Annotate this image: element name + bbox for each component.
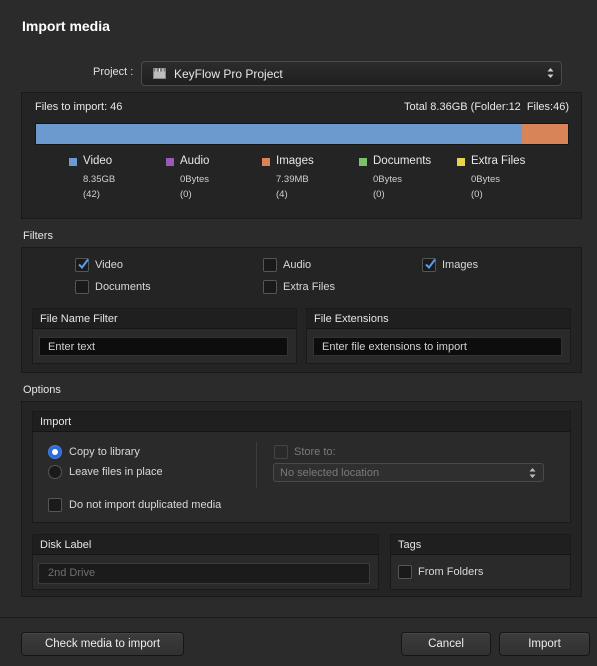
legend-documents-swatch: [359, 158, 367, 166]
import-button[interactable]: Import: [499, 632, 590, 656]
files-to-import-count: Files to import: 46: [35, 101, 123, 113]
legend-video-size: 8.35GB: [83, 174, 116, 185]
tags-group: Tags: [390, 534, 571, 590]
from-folders-checkbox[interactable]: [398, 565, 412, 579]
legend-extra-files-count: (0): [471, 189, 483, 200]
legend-extra-files-swatch: [457, 158, 465, 166]
legend-images-swatch: [262, 158, 270, 166]
legend-images-count: (4): [276, 189, 288, 200]
legend-extra-files-name: Extra Files: [471, 155, 526, 167]
dialog-title: Import media: [22, 18, 110, 34]
filters-section-title: Filters: [23, 230, 53, 242]
legend-audio-count: (0): [180, 189, 192, 200]
disk-label-input[interactable]: 2nd Drive: [38, 563, 370, 584]
legend-documents-count: (0): [373, 189, 385, 200]
disk-label-title: Disk Label: [40, 539, 92, 551]
import-options-title: Import: [40, 416, 72, 428]
audio-filter-checkbox[interactable]: [263, 258, 277, 272]
file-name-filter-title: File Name Filter: [40, 313, 118, 325]
tags-title: Tags: [398, 539, 422, 551]
options-section-title: Options: [23, 384, 61, 396]
copy-to-library-radio[interactable]: [48, 445, 62, 459]
leave-files-in-place-label: Leave files in place: [69, 466, 163, 478]
images-filter-checkbox[interactable]: [422, 258, 436, 272]
usage-bar-images: [522, 124, 568, 144]
total-files-text: Files:46): [526, 101, 569, 113]
video-filter-checkbox[interactable]: [75, 258, 89, 272]
import-options-divider: [256, 442, 257, 488]
total-size-text: Total 8.36GB (Folder:12: [404, 101, 521, 113]
file-extensions-placeholder: Enter file extensions to import: [322, 341, 467, 353]
store-to-checkbox[interactable]: [274, 445, 288, 459]
chevron-updown-icon: [547, 68, 554, 78]
legend-video-count: (42): [83, 189, 100, 200]
copy-to-library-label: Copy to library: [69, 446, 140, 458]
project-label: Project :: [93, 66, 134, 78]
disk-label-group: Disk Label 2nd Drive: [32, 534, 379, 590]
disk-label-placeholder: 2nd Drive: [48, 567, 96, 579]
documents-filter-label: Documents: [95, 281, 151, 293]
leave-files-in-place-radio[interactable]: [48, 465, 62, 479]
file-name-filter-group: File Name Filter Enter text: [32, 308, 297, 364]
documents-filter-checkbox[interactable]: [75, 280, 89, 294]
file-name-filter-input[interactable]: Enter text: [39, 337, 288, 356]
store-location-select[interactable]: No selected location: [273, 463, 544, 482]
audio-filter-label: Audio: [283, 259, 312, 271]
file-extensions-input[interactable]: Enter file extensions to import: [313, 337, 562, 356]
no-duplicates-label: Do not import duplicated media: [69, 499, 222, 511]
project-icon: [153, 68, 166, 79]
chevron-updown-icon: [529, 468, 536, 478]
legend-documents-name: Documents: [373, 155, 432, 167]
store-to-label: Store to:: [294, 446, 336, 458]
file-extensions-title: File Extensions: [314, 313, 389, 325]
file-name-filter-placeholder: Enter text: [48, 341, 96, 353]
legend-audio-name: Audio: [180, 155, 210, 167]
total-size: Total 8.36GB (Folder:12 Files:46): [404, 101, 569, 113]
legend-video-name: Video: [83, 155, 113, 167]
file-extensions-group: File Extensions Enter file extensions to…: [306, 308, 571, 364]
legend-audio-size: 0Bytes: [180, 174, 210, 185]
project-select-value: KeyFlow Pro Project: [174, 67, 283, 81]
legend-images-name: Images: [276, 155, 314, 167]
legend-documents-size: 0Bytes: [373, 174, 403, 185]
cancel-button[interactable]: Cancel: [401, 632, 491, 656]
legend-extra-files-size: 0Bytes: [471, 174, 501, 185]
usage-bar-video: [36, 124, 522, 144]
legend-video-swatch: [69, 158, 77, 166]
checkmark-icon: [425, 258, 436, 270]
images-filter-label: Images: [442, 259, 479, 271]
footer-divider: [0, 617, 597, 618]
extra-files-filter-label: Extra Files: [283, 281, 335, 293]
extra-files-filter-checkbox[interactable]: [263, 280, 277, 294]
project-select[interactable]: KeyFlow Pro Project: [141, 61, 562, 86]
store-location-value: No selected location: [280, 467, 380, 479]
check-media-button[interactable]: Check media to import: [21, 632, 184, 656]
checkmark-icon: [78, 258, 89, 270]
legend-images-size: 7.39MB: [276, 174, 309, 185]
video-filter-label: Video: [95, 259, 123, 271]
from-folders-label: From Folders: [418, 566, 484, 578]
legend-audio-swatch: [166, 158, 174, 166]
no-duplicates-checkbox[interactable]: [48, 498, 62, 512]
